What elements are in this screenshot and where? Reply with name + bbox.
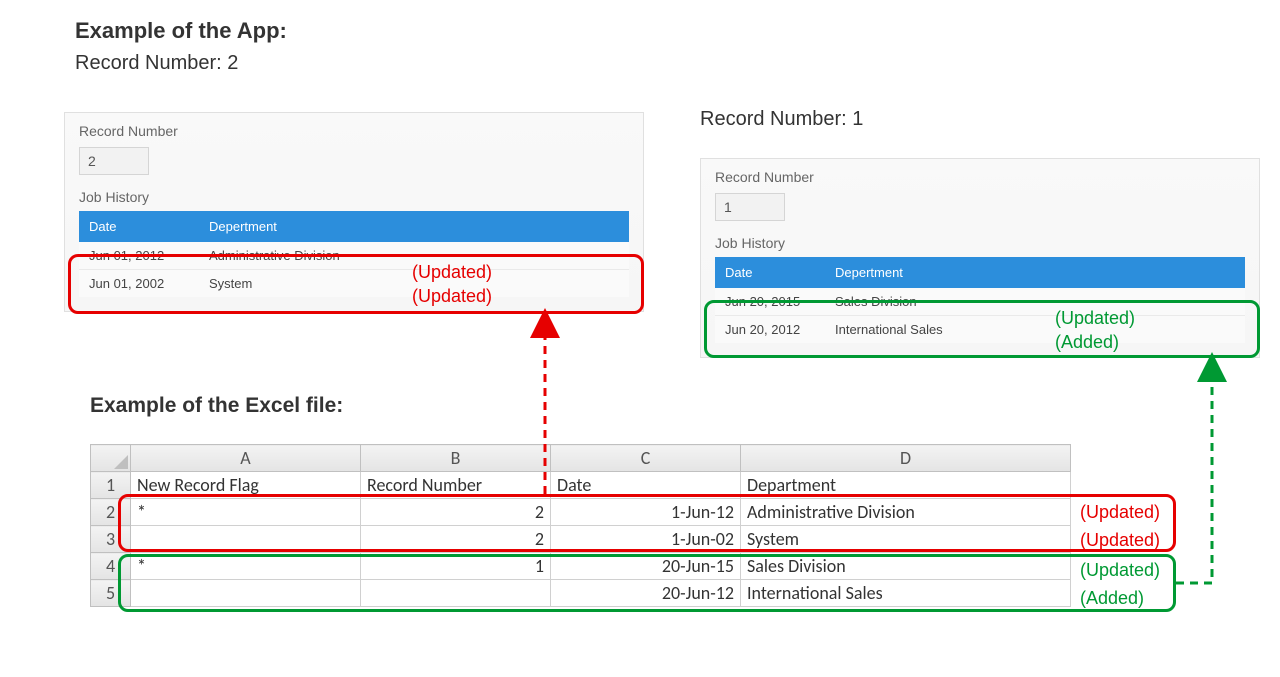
label-record-number: Record Number [79, 123, 629, 139]
cell[interactable] [131, 580, 361, 607]
annotation-updated: (Updated) [1055, 308, 1135, 329]
annotation-updated: (Updated) [412, 286, 492, 307]
app-record-panel-1: Record Number 1 Job History Date Depertm… [700, 158, 1260, 358]
job-history-table: Date Depertment Jun 20, 2015 Sales Divis… [715, 257, 1245, 343]
table-row: Jun 01, 2012 Administrative Division [79, 242, 629, 270]
row-header[interactable]: 4 [91, 553, 131, 580]
record-number-value: 1 [715, 193, 785, 221]
record-number-value: 2 [79, 147, 149, 175]
cell[interactable]: * [131, 553, 361, 580]
col-date: Date [79, 211, 199, 242]
spreadsheet-row: 1 New Record Flag Record Number Date Dep… [91, 472, 1071, 499]
cell[interactable]: 1-Jun-02 [551, 526, 741, 553]
heading-example-excel: Example of the Excel file: [90, 394, 343, 418]
cell[interactable]: 1 [361, 553, 551, 580]
cell-dept: International Sales [825, 316, 1245, 344]
table-row: Jun 01, 2002 System [79, 270, 629, 298]
cell-date: Jun 01, 2002 [79, 270, 199, 298]
spreadsheet-row: 2 * 2 1-Jun-12 Administrative Division [91, 499, 1071, 526]
cell[interactable]: 20-Jun-12 [551, 580, 741, 607]
col-department: Depertment [825, 257, 1245, 288]
spreadsheet-row: 4 * 1 20-Jun-15 Sales Division [91, 553, 1071, 580]
cell[interactable]: International Sales [741, 580, 1071, 607]
row-header[interactable]: 2 [91, 499, 131, 526]
cell[interactable]: Administrative Division [741, 499, 1071, 526]
annotation-added: (Added) [1080, 588, 1144, 609]
label-job-history: Job History [79, 189, 629, 205]
spreadsheet-row: 3 2 1-Jun-02 System [91, 526, 1071, 553]
col-header-b[interactable]: B [361, 445, 551, 472]
excel-sheet: A B C D 1 New Record Flag Record Number … [90, 444, 1071, 607]
spreadsheet-table: A B C D 1 New Record Flag Record Number … [90, 444, 1071, 607]
label-record-number: Record Number [715, 169, 1245, 185]
app-record-panel-2: Record Number 2 Job History Date Depertm… [64, 112, 644, 312]
col-department: Depertment [199, 211, 629, 242]
row-header[interactable]: 3 [91, 526, 131, 553]
cell-date: Jun 20, 2015 [715, 288, 825, 316]
cell[interactable]: Department [741, 472, 1071, 499]
annotation-updated: (Updated) [412, 262, 492, 283]
table-row: Jun 20, 2012 International Sales [715, 316, 1245, 344]
row-header[interactable]: 1 [91, 472, 131, 499]
heading-record1: Record Number: 1 [700, 108, 863, 131]
cell[interactable]: * [131, 499, 361, 526]
select-all-triangle-icon[interactable] [91, 445, 131, 472]
cell[interactable] [131, 526, 361, 553]
col-date: Date [715, 257, 825, 288]
row-header[interactable]: 5 [91, 580, 131, 607]
cell[interactable]: New Record Flag [131, 472, 361, 499]
col-header-d[interactable]: D [741, 445, 1071, 472]
cell-date: Jun 01, 2012 [79, 242, 199, 270]
cell[interactable]: Sales Division [741, 553, 1071, 580]
heading-record2: Record Number: 2 [75, 52, 238, 75]
spreadsheet-row: 5 20-Jun-12 International Sales [91, 580, 1071, 607]
label-job-history: Job History [715, 235, 1245, 251]
annotation-updated: (Updated) [1080, 530, 1160, 551]
cell[interactable]: 2 [361, 499, 551, 526]
table-row: Jun 20, 2015 Sales Division [715, 288, 1245, 316]
annotation-updated: (Updated) [1080, 502, 1160, 523]
cell[interactable]: Date [551, 472, 741, 499]
col-header-a[interactable]: A [131, 445, 361, 472]
cell-dept: Sales Division [825, 288, 1245, 316]
cell[interactable]: 20-Jun-15 [551, 553, 741, 580]
cell[interactable]: 1-Jun-12 [551, 499, 741, 526]
job-history-table: Date Depertment Jun 01, 2012 Administrat… [79, 211, 629, 297]
annotation-added: (Added) [1055, 332, 1119, 353]
heading-example-app: Example of the App: [75, 18, 287, 44]
col-header-c[interactable]: C [551, 445, 741, 472]
cell[interactable]: 2 [361, 526, 551, 553]
cell[interactable]: Record Number [361, 472, 551, 499]
cell[interactable] [361, 580, 551, 607]
annotation-updated: (Updated) [1080, 560, 1160, 581]
cell-date: Jun 20, 2012 [715, 316, 825, 344]
cell[interactable]: System [741, 526, 1071, 553]
